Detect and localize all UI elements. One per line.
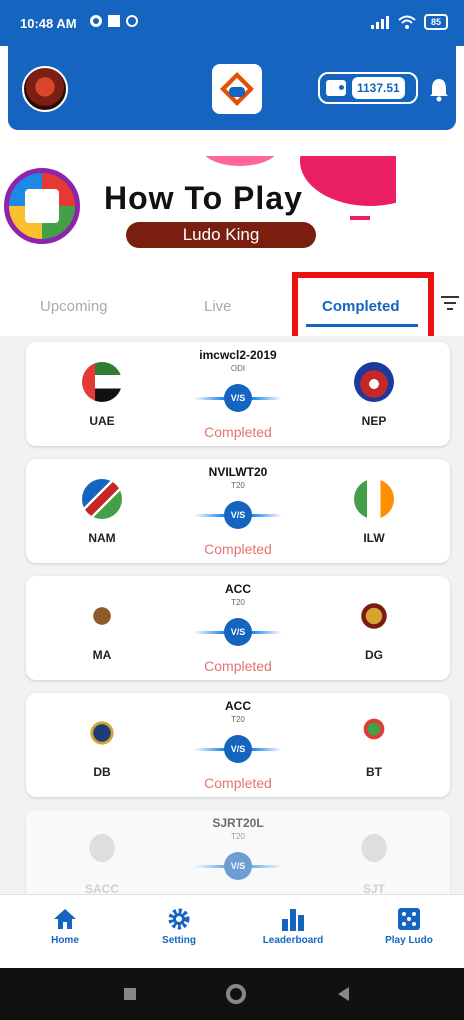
team1-logo — [82, 596, 122, 636]
versus-badge: V/S — [194, 852, 282, 880]
app-header: 1137.51 — [8, 46, 456, 130]
team1-logo — [82, 830, 122, 870]
nav-label: Play Ludo — [385, 935, 433, 946]
tab-live[interactable]: Live — [204, 298, 232, 315]
battery-indicator: 85 — [423, 14, 448, 30]
nav-label: Setting — [162, 935, 196, 946]
status-notification-icons — [90, 15, 138, 27]
versus-badge: V/S — [194, 384, 282, 412]
series-name: NVILWT20 — [208, 465, 268, 479]
nav-play-ludo[interactable]: Play Ludo — [364, 907, 454, 946]
team2-flag — [354, 479, 394, 519]
series-name: imcwcl2-2019 — [199, 348, 277, 362]
wifi-icon — [398, 15, 416, 29]
how-to-play-banner[interactable]: How To Play Ludo King — [0, 156, 396, 252]
series-name: ACC — [225, 582, 251, 596]
nav-label: Leaderboard — [262, 935, 324, 946]
match-card[interactable]: SJRT20L T20 SACC SJT V/S — [26, 810, 450, 894]
home-button[interactable] — [226, 984, 246, 1004]
banner-title: How To Play — [104, 180, 303, 216]
versus-label: V/S — [224, 384, 252, 412]
ludo-king-logo — [4, 168, 80, 244]
message-icon — [108, 15, 120, 27]
team1-flag — [82, 362, 122, 402]
match-status: Completed — [204, 424, 272, 440]
series-name: SJRT20L — [212, 816, 264, 830]
match-card[interactable]: imcwcl2-2019 ODI UAE NEP V/S Completed — [26, 342, 450, 446]
status-bar: 10:48 AM 85 — [0, 0, 464, 46]
filter-icon[interactable] — [440, 296, 460, 312]
match-status: Completed — [204, 541, 272, 557]
versus-badge: V/S — [194, 735, 282, 763]
wallet-balance: 1137.51 — [352, 77, 405, 99]
wallet-button[interactable]: 1137.51 — [318, 72, 418, 104]
nav-leaderboard[interactable]: Leaderboard — [248, 907, 338, 946]
team1-name: SACC — [84, 882, 119, 894]
recents-button[interactable] — [124, 988, 136, 1000]
versus-badge: V/S — [194, 618, 282, 646]
system-navigation-bar — [0, 968, 464, 1020]
gear-icon — [168, 908, 190, 930]
bar-chart-icon — [282, 909, 304, 931]
bottom-navigation: Home Setting Leaderboard Play Ludo — [0, 894, 464, 968]
location-icon — [126, 15, 138, 27]
banner-subtitle: Ludo King — [126, 222, 316, 248]
versus-label: V/S — [224, 852, 252, 880]
match-status: Completed — [204, 775, 272, 791]
status-time: 10:48 AM — [20, 16, 77, 31]
status-right-icons: 85 — [370, 14, 448, 30]
wallet-icon — [326, 80, 346, 96]
tab-upcoming[interactable]: Upcoming — [40, 298, 108, 315]
record-icon — [90, 15, 102, 27]
team2-name: SJT — [362, 882, 385, 894]
nav-home[interactable]: Home — [20, 907, 110, 946]
versus-label: V/S — [224, 618, 252, 646]
match-card[interactable]: ACC T20 MA DG V/S Completed — [26, 576, 450, 680]
banner-decoration — [350, 216, 370, 220]
bell-icon[interactable] — [428, 76, 450, 102]
nav-setting[interactable]: Setting — [134, 907, 224, 946]
team2-flag — [354, 362, 394, 402]
versus-badge: V/S — [194, 501, 282, 529]
ludo-logo-icon — [220, 72, 254, 106]
versus-label: V/S — [224, 501, 252, 529]
banner-decoration — [300, 156, 396, 206]
home-icon — [54, 909, 76, 929]
series-name: ACC — [225, 699, 251, 713]
match-status: Completed — [204, 658, 272, 674]
avatar[interactable] — [22, 66, 68, 112]
team1-logo — [82, 713, 122, 753]
app-logo — [212, 64, 262, 114]
team2-logo — [354, 713, 394, 753]
match-card[interactable]: ACC T20 DB BT V/S Completed — [26, 693, 450, 797]
match-list: imcwcl2-2019 ODI UAE NEP V/S Completed N… — [0, 336, 464, 894]
signal-icon — [370, 16, 389, 29]
team2-logo — [354, 596, 394, 636]
back-button[interactable] — [338, 987, 349, 1001]
versus-label: V/S — [224, 735, 252, 763]
dice-icon — [398, 908, 420, 930]
match-card[interactable]: NVILWT20 T20 NAM ILW V/S Completed — [26, 459, 450, 563]
banner-decoration — [200, 156, 280, 166]
nav-label: Home — [51, 935, 79, 946]
team1-flag — [82, 479, 122, 519]
team2-logo — [354, 830, 394, 870]
